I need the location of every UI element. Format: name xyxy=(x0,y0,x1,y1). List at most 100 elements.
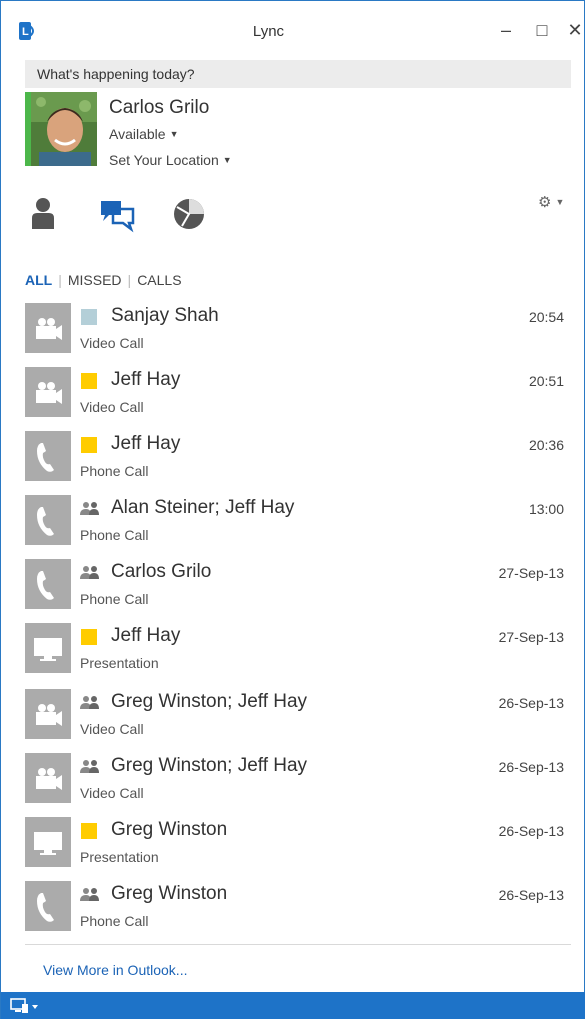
conversation-time: 26-Sep-13 xyxy=(498,887,564,903)
group-icon xyxy=(80,502,99,515)
list-item[interactable]: Greg Winston; Jeff Hay Video Call 26-Sep-1… xyxy=(1,687,585,747)
conversation-type-tile xyxy=(25,753,71,803)
title-bar: L Lync – □ ✕ xyxy=(1,1,585,59)
monitor-icon xyxy=(34,832,62,855)
conversation-type-tile xyxy=(25,303,71,353)
maximize-button[interactable]: □ xyxy=(531,17,553,43)
list-divider xyxy=(25,944,571,945)
conversation-type-tile xyxy=(25,559,71,609)
monitor-icon xyxy=(34,638,62,661)
location-label: Set Your Location xyxy=(109,152,219,168)
conversation-time: 27-Sep-13 xyxy=(498,629,564,645)
conversation-type-tile xyxy=(25,495,71,545)
conversation-time: 20:54 xyxy=(528,309,564,325)
conversation-type: Video Call xyxy=(80,721,144,737)
group-icon xyxy=(80,696,99,709)
video-camera-icon xyxy=(36,704,62,726)
tab-separator: | xyxy=(58,272,62,288)
conversation-participants: Carlos Grilo xyxy=(111,561,212,582)
presence-indicator xyxy=(81,437,97,453)
conversation-type: Phone Call xyxy=(80,463,149,479)
conversation-participants: Alan Steiner; Jeff Hay xyxy=(111,497,295,518)
phone-icon xyxy=(37,571,54,600)
list-item[interactable]: Sanjay Shah Video Call 20:54 xyxy=(1,301,585,361)
conversation-type: Presentation xyxy=(80,849,159,865)
conversations-icon[interactable] xyxy=(97,193,137,233)
conversation-time: 27-Sep-13 xyxy=(498,565,564,581)
presence-indicator xyxy=(81,823,97,839)
conversation-participants: Greg Winston xyxy=(111,819,228,840)
video-camera-icon xyxy=(36,382,62,404)
presence-indicator xyxy=(81,309,97,325)
presence-status-dropdown[interactable]: Available ▼ xyxy=(109,126,178,142)
close-button[interactable]: ✕ xyxy=(564,17,585,43)
list-item[interactable]: Greg Winston; Jeff Hay Video Call 26-Sep-1… xyxy=(1,751,585,811)
personal-note-field[interactable]: What's happening today? xyxy=(25,60,571,88)
group-icon xyxy=(80,760,99,773)
chevron-down-icon: ▼ xyxy=(169,129,179,139)
presence-status-label: Available xyxy=(109,126,166,142)
conversation-type: Video Call xyxy=(80,399,144,415)
avatar[interactable] xyxy=(25,92,97,166)
options-menu-button[interactable]: ⚙ ▼ xyxy=(538,193,574,211)
conversation-time: 20:51 xyxy=(528,373,564,389)
conversation-time: 20:36 xyxy=(528,437,564,453)
group-icon xyxy=(80,566,99,579)
list-item[interactable]: Jeff Hay Video Call 20:51 xyxy=(1,365,585,425)
conversation-participants: Greg Winston xyxy=(111,883,228,904)
conversation-participants: Sanjay Shah xyxy=(111,305,219,326)
list-item[interactable]: Carlos Grilo Phone Call 27-Sep-13 xyxy=(1,557,585,617)
tab-all[interactable]: ALL xyxy=(25,272,52,288)
video-camera-icon xyxy=(36,768,62,790)
meetings-icon[interactable] xyxy=(169,193,209,233)
conversation-type: Video Call xyxy=(80,335,144,351)
chevron-down-icon: ▼ xyxy=(222,155,232,165)
conversation-time: 13:00 xyxy=(528,501,564,517)
conversation-type: Phone Call xyxy=(80,527,149,543)
list-item[interactable]: Jeff Hay Phone Call 20:36 xyxy=(1,429,585,489)
list-item[interactable]: Alan Steiner; Jeff Hay Phone Call 13:00 xyxy=(1,493,585,553)
phone-icon xyxy=(37,443,54,472)
list-item[interactable]: Greg Winston Phone Call 26-Sep-13 xyxy=(1,879,585,939)
window-title: Lync xyxy=(252,23,285,40)
group-icon xyxy=(80,888,99,901)
conversation-type-tile xyxy=(25,623,71,673)
conversation-time: 26-Sep-13 xyxy=(498,695,564,711)
conversation-type-tile xyxy=(25,881,71,931)
location-dropdown[interactable]: Set Your Location ▼ xyxy=(109,152,232,168)
phone-icon xyxy=(37,893,54,922)
bottom-bar xyxy=(1,992,585,1019)
conversation-participants: Jeff Hay xyxy=(111,369,181,390)
conversation-type: Phone Call xyxy=(80,591,149,607)
view-more-outlook-link[interactable]: View More in Outlook... xyxy=(43,962,187,978)
tab-separator: | xyxy=(127,272,132,288)
conversation-participants: Greg Winston; Jeff Hay xyxy=(111,691,308,712)
conversation-type: Phone Call xyxy=(80,913,149,929)
presence-indicator xyxy=(81,373,97,389)
list-item[interactable]: Jeff Hay Presentation 27-Sep-13 xyxy=(1,621,585,681)
profile-name: Carlos Grilo xyxy=(109,97,210,118)
conversation-filter-tabs: ALL | MISSED | CALLS xyxy=(25,272,182,288)
minimize-button[interactable]: – xyxy=(495,17,517,43)
list-item[interactable]: Greg Winston Presentation 26-Sep-13 xyxy=(1,815,585,875)
conversation-type-tile xyxy=(25,689,71,739)
phone-icon xyxy=(37,507,54,536)
lync-window: L Lync – □ ✕ What's happening today? Car… xyxy=(0,0,585,1019)
conversation-time: 26-Sep-13 xyxy=(498,759,564,775)
conversation-participants: Jeff Hay xyxy=(111,433,181,454)
conversation-type-tile xyxy=(25,431,71,481)
conversation-type-tile xyxy=(25,817,71,867)
conversation-type-tile xyxy=(25,367,71,417)
gear-icon: ⚙ xyxy=(538,194,552,211)
contacts-icon[interactable] xyxy=(23,193,63,233)
conversation-type: Video Call xyxy=(80,785,144,801)
conversation-participants: Jeff Hay xyxy=(111,625,181,646)
devices-menu-icon[interactable] xyxy=(9,997,39,1015)
chevron-down-icon: ▼ xyxy=(555,197,565,207)
tab-missed[interactable]: MISSED xyxy=(68,272,122,288)
presence-indicator xyxy=(81,629,97,645)
conversation-type: Presentation xyxy=(80,655,159,671)
conversation-participants: Greg Winston; Jeff Hay xyxy=(111,755,308,776)
tab-calls[interactable]: CALLS xyxy=(137,272,181,288)
video-camera-icon xyxy=(36,318,62,340)
